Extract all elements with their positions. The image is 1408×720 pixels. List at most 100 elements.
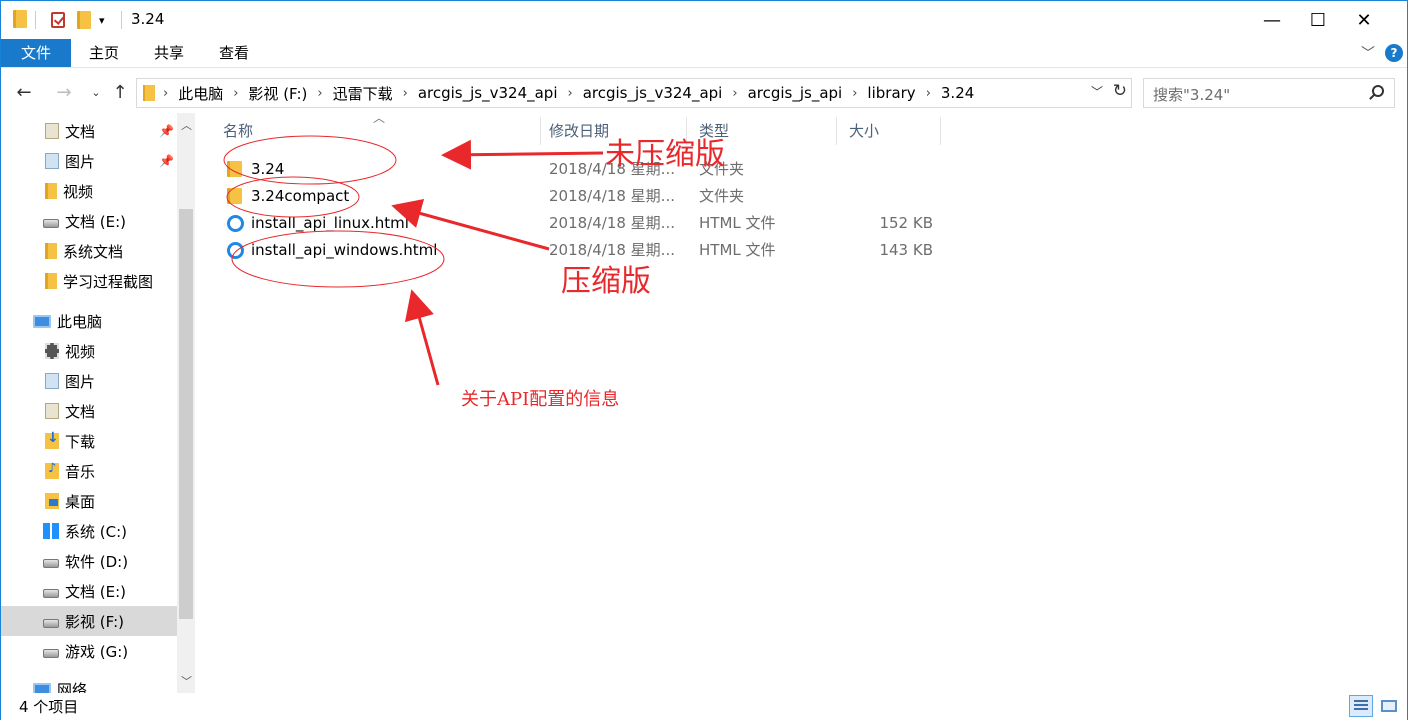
chevron-right-icon[interactable]: › bbox=[233, 86, 238, 101]
nav-item-label: 文档 bbox=[65, 402, 96, 421]
nav-item-learning-screenshots[interactable]: 学习过程截图 bbox=[1, 266, 177, 296]
nav-item-drive-e-quick[interactable]: 文档 (E:) bbox=[1, 206, 177, 236]
minimize-button[interactable]: — bbox=[1249, 1, 1295, 39]
tab-file[interactable]: 文件 bbox=[1, 39, 71, 67]
nav-item-label: 游戏 (G:) bbox=[65, 642, 129, 661]
status-bar: 4 个项目 bbox=[1, 693, 1407, 720]
scroll-down-icon[interactable]: ﹀ bbox=[181, 673, 192, 689]
large-icons-view-button[interactable] bbox=[1377, 695, 1401, 717]
properties-icon bbox=[51, 12, 65, 28]
maximize-button[interactable]: ☐ bbox=[1295, 1, 1341, 39]
refresh-icon[interactable]: ↻ bbox=[1113, 81, 1127, 101]
drive-icon bbox=[43, 218, 59, 228]
tab-share[interactable]: 共享 bbox=[144, 39, 194, 67]
breadcrumb-drive-f[interactable]: 影视 (F:) bbox=[248, 83, 307, 104]
pin-icon[interactable]: 📌 bbox=[159, 154, 174, 168]
nav-item-documents-quick[interactable]: 文档 📌 bbox=[1, 116, 177, 146]
new-folder-button[interactable] bbox=[77, 10, 91, 30]
nav-item-music[interactable]: 音乐 bbox=[1, 456, 177, 486]
nav-item-pictures[interactable]: 图片 bbox=[1, 366, 177, 396]
chevron-right-icon[interactable]: › bbox=[852, 86, 857, 101]
html-file-icon bbox=[227, 242, 244, 259]
folder-icon bbox=[227, 188, 242, 204]
column-size[interactable]: 大小 bbox=[837, 117, 941, 145]
annotation-uncompressed-label: 未压缩版 bbox=[605, 137, 725, 172]
customize-quick-access-button[interactable]: ▾ bbox=[99, 10, 105, 30]
nav-item-drive-d[interactable]: 软件 (D:) bbox=[1, 546, 177, 576]
folder-icon bbox=[45, 183, 57, 199]
breadcrumb-this-pc[interactable]: 此电脑 bbox=[178, 83, 223, 104]
recent-locations-button[interactable]: ⌄ bbox=[83, 79, 109, 105]
breadcrumb-arcgis-js-api[interactable]: arcgis_js_api bbox=[748, 84, 843, 102]
file-type: HTML 文件 bbox=[699, 241, 776, 259]
document-library-icon bbox=[45, 403, 59, 419]
file-size: 143 KB bbox=[879, 241, 933, 259]
chevron-right-icon[interactable]: › bbox=[163, 86, 168, 101]
folder-icon bbox=[45, 243, 57, 259]
nav-item-label: 系统 (C:) bbox=[65, 522, 127, 541]
breadcrumb-arcgis-2[interactable]: arcgis_js_v324_api bbox=[583, 84, 723, 102]
nav-item-drive-g[interactable]: 游戏 (G:) bbox=[1, 636, 177, 666]
scrollbar-thumb[interactable] bbox=[179, 209, 193, 619]
properties-button[interactable] bbox=[51, 10, 65, 30]
folder-icon bbox=[227, 161, 242, 177]
breadcrumb-arcgis-1[interactable]: arcgis_js_v324_api bbox=[418, 84, 558, 102]
details-view-button[interactable] bbox=[1349, 695, 1373, 717]
scroll-up-icon[interactable]: ︿ bbox=[181, 117, 192, 133]
file-row[interactable]: 3.24compact 2018/4/18 星期... 文件夹 bbox=[219, 183, 949, 210]
annotation-compressed-label: 压缩版 bbox=[561, 264, 651, 299]
nav-item-drive-c[interactable]: 系统 (C:) bbox=[1, 516, 177, 546]
file-row[interactable]: install_api_linux.html 2018/4/18 星期... H… bbox=[219, 210, 949, 237]
search-icon[interactable] bbox=[1372, 85, 1384, 97]
breadcrumb-xunlei[interactable]: 迅雷下载 bbox=[333, 83, 393, 104]
close-button[interactable]: ✕ bbox=[1341, 1, 1387, 39]
up-button[interactable]: ↑ bbox=[107, 79, 133, 105]
nav-item-label: 影视 (F:) bbox=[65, 612, 124, 631]
file-row[interactable]: 3.24 2018/4/18 星期... 文件夹 bbox=[219, 156, 949, 183]
annotation-api-config-label: 关于API配置的信息 bbox=[461, 389, 620, 410]
tab-view[interactable]: 查看 bbox=[209, 39, 259, 67]
nav-pane-scrollbar[interactable]: ︿ ﹀ bbox=[177, 113, 195, 693]
videos-library-icon bbox=[45, 343, 59, 359]
folder-icon bbox=[143, 85, 155, 101]
breadcrumb-library[interactable]: library bbox=[867, 84, 915, 102]
nav-item-label: 下载 bbox=[65, 432, 96, 451]
file-size: 152 KB bbox=[879, 214, 933, 232]
tab-home[interactable]: 主页 bbox=[79, 39, 129, 67]
nav-item-system-docs[interactable]: 系统文档 bbox=[1, 236, 177, 266]
network-icon bbox=[33, 682, 51, 693]
annotation-arrow bbox=[404, 289, 440, 386]
nav-item-label: 音乐 bbox=[65, 462, 96, 481]
pin-icon[interactable]: 📌 bbox=[159, 124, 174, 138]
nav-item-downloads[interactable]: 下载 bbox=[1, 426, 177, 456]
nav-item-desktop[interactable]: 桌面 bbox=[1, 486, 177, 516]
breadcrumb-current[interactable]: 3.24 bbox=[941, 84, 974, 102]
large-icons-view-icon bbox=[1381, 700, 1397, 712]
expand-ribbon-icon[interactable]: ﹀ bbox=[1361, 43, 1375, 63]
nav-item-label: 软件 (D:) bbox=[65, 552, 129, 571]
chevron-right-icon[interactable]: › bbox=[926, 86, 931, 101]
nav-item-videos-folder[interactable]: 视频 bbox=[1, 176, 177, 206]
forward-button[interactable]: → bbox=[51, 79, 77, 105]
chevron-right-icon[interactable]: › bbox=[317, 86, 322, 101]
help-icon[interactable]: ? bbox=[1385, 44, 1403, 62]
address-bar[interactable]: › 此电脑 › 影视 (F:) › 迅雷下载 › arcgis_js_v324_… bbox=[136, 78, 1132, 108]
search-box[interactable]: 搜索"3.24" bbox=[1143, 78, 1395, 108]
nav-item-label: 文档 bbox=[65, 122, 96, 141]
column-name[interactable]: 名称 bbox=[211, 117, 541, 145]
file-list-header: ︿ 名称 修改日期 类型 大小 bbox=[211, 111, 951, 145]
chevron-right-icon[interactable]: › bbox=[732, 86, 737, 101]
chevron-down-icon[interactable]: ﹀ bbox=[1091, 83, 1103, 100]
nav-item-pictures-quick[interactable]: 图片 📌 bbox=[1, 146, 177, 176]
nav-item-drive-e[interactable]: 文档 (E:) bbox=[1, 576, 177, 606]
back-button[interactable]: ← bbox=[11, 79, 37, 105]
nav-item-videos[interactable]: 视频 bbox=[1, 336, 177, 366]
file-size bbox=[843, 156, 933, 183]
chevron-right-icon[interactable]: › bbox=[403, 86, 408, 101]
nav-item-documents[interactable]: 文档 bbox=[1, 396, 177, 426]
chevron-right-icon[interactable]: › bbox=[568, 86, 573, 101]
nav-item-network[interactable]: 网络 bbox=[1, 674, 177, 693]
nav-item-drive-f[interactable]: 影视 (F:) bbox=[1, 606, 177, 636]
ribbon-tabs: 文件 主页 共享 查看 ﹀ ? bbox=[1, 39, 1407, 68]
nav-item-this-pc[interactable]: 此电脑 bbox=[1, 306, 177, 336]
